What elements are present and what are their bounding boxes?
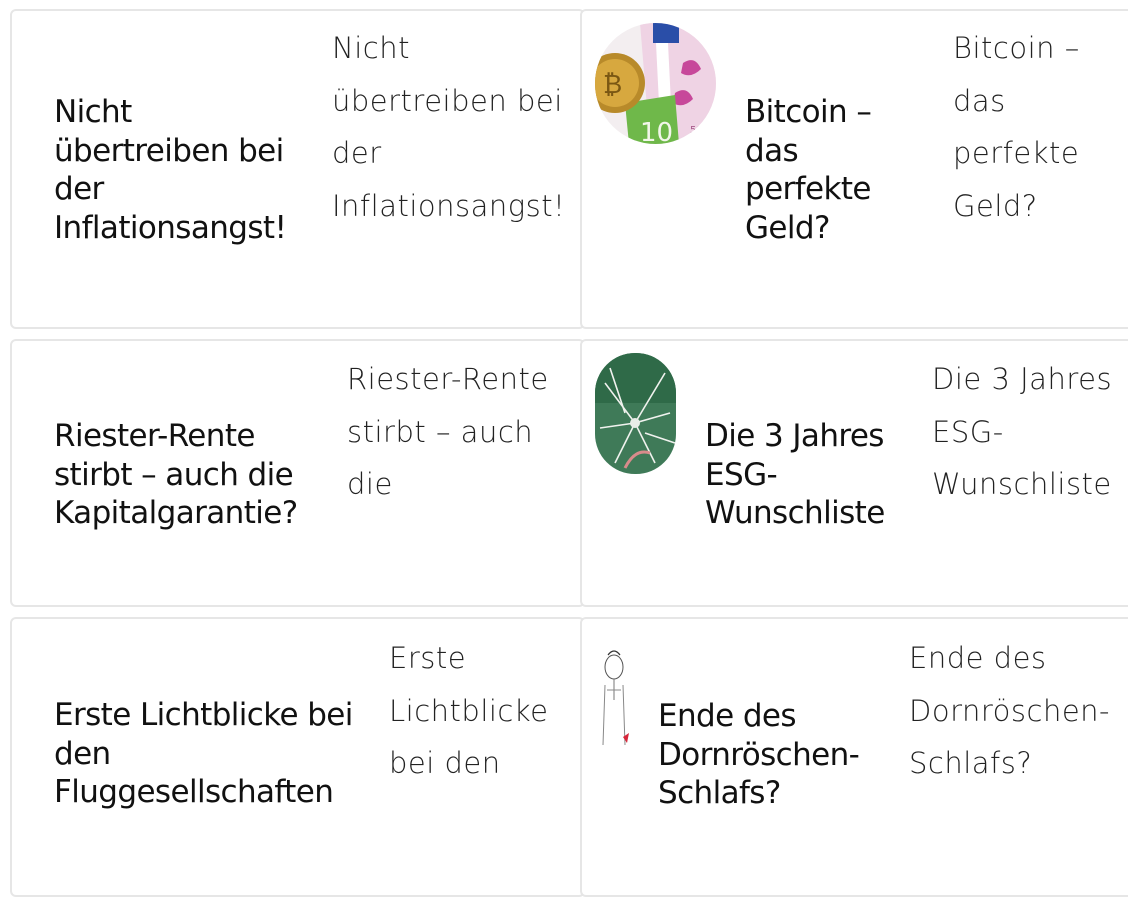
article-thumbnail[interactable]: 500 10 ₿	[595, 23, 716, 144]
article-card[interactable]: Riester-Rente stirbt – auch die Kapitalg…	[10, 339, 585, 607]
article-excerpt: Riester-Rente stirbt – auch die Kapitalg…	[347, 362, 549, 501]
article-thumbnail[interactable]	[595, 353, 676, 474]
svg-text:₿: ₿	[603, 70, 622, 100]
article-excerpt: Die 3 Jahres ESG-Wunschliste	[932, 362, 1113, 501]
article-excerpt: Bitcoin – das perfekte Geld?	[953, 31, 1080, 223]
article-card[interactable]: Die 3 Jahres ESG-Wunschliste Die 3 Jahre…	[580, 339, 1128, 607]
article-excerpt: Erste Lichtblicke bei den Fluggesellscha…	[389, 641, 549, 780]
article-title[interactable]: Nicht übertreiben bei der Inflationsangs…	[54, 93, 314, 247]
article-card[interactable]: Ende des Dornröschen-Schlafs? Ende des D…	[580, 617, 1128, 897]
svg-text:10: 10	[640, 118, 673, 144]
dandelion-image	[595, 353, 676, 474]
article-title[interactable]: Erste Lichtblicke bei den Fluggesellscha…	[54, 696, 374, 812]
article-excerpt: Nicht übertreiben bei der Inflationsangs…	[332, 31, 566, 223]
article-excerpt: Ende des Dornröschen-Schlafs?	[909, 641, 1111, 780]
sketch-portrait-image	[599, 645, 629, 755]
article-card[interactable]: Erste Lichtblicke bei den Fluggesellscha…	[10, 617, 585, 897]
article-title[interactable]: Die 3 Jahres ESG-Wunschliste	[705, 417, 915, 533]
article-title[interactable]: Bitcoin – das perfekte Geld?	[745, 93, 905, 247]
article-title[interactable]: Ende des Dornröschen-Schlafs?	[658, 697, 898, 813]
article-card[interactable]: Nicht übertreiben bei der Inflationsangs…	[10, 9, 585, 329]
svg-text:500: 500	[690, 125, 709, 136]
article-thumbnail[interactable]	[599, 645, 629, 755]
article-title[interactable]: Riester-Rente stirbt – auch die Kapitalg…	[54, 417, 324, 533]
article-card[interactable]: 500 10 ₿ Bitcoin – das perfekte Geld? Bi…	[580, 9, 1128, 329]
bitcoin-banknote-image: 500 10 ₿	[595, 23, 716, 144]
